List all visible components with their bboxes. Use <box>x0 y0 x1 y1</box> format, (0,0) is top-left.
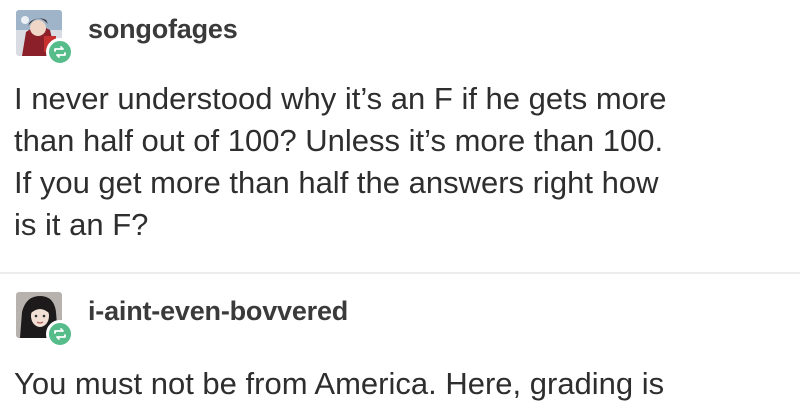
reblog-icon <box>54 328 66 340</box>
post-body-line: than half out of 100? Unless it’s more t… <box>14 123 664 158</box>
post-body-line: If you get more than half the answers ri… <box>14 165 659 200</box>
post-songofages: songofages I never understood why it’s a… <box>0 0 800 272</box>
post-body-line: is it an F? <box>14 207 149 242</box>
post-body-line: I never understood why it’s an F if he g… <box>14 81 667 116</box>
post-i-aint-even-bovvered: i-aint-even-bovvered You must not be fro… <box>0 272 800 420</box>
post-body: You must not be from America. Here, grad… <box>14 363 780 405</box>
username[interactable]: songofages <box>88 14 238 45</box>
username[interactable]: i-aint-even-bovvered <box>88 296 348 327</box>
post-body: I never understood why it’s an F if he g… <box>14 78 780 246</box>
reblog-badge <box>46 38 74 66</box>
avatar-group[interactable] <box>14 8 80 66</box>
reblog-icon <box>54 46 66 58</box>
avatar-group[interactable] <box>14 290 80 348</box>
reblog-badge <box>46 320 74 348</box>
post-body-line: You must not be from America. Here, grad… <box>14 366 665 401</box>
